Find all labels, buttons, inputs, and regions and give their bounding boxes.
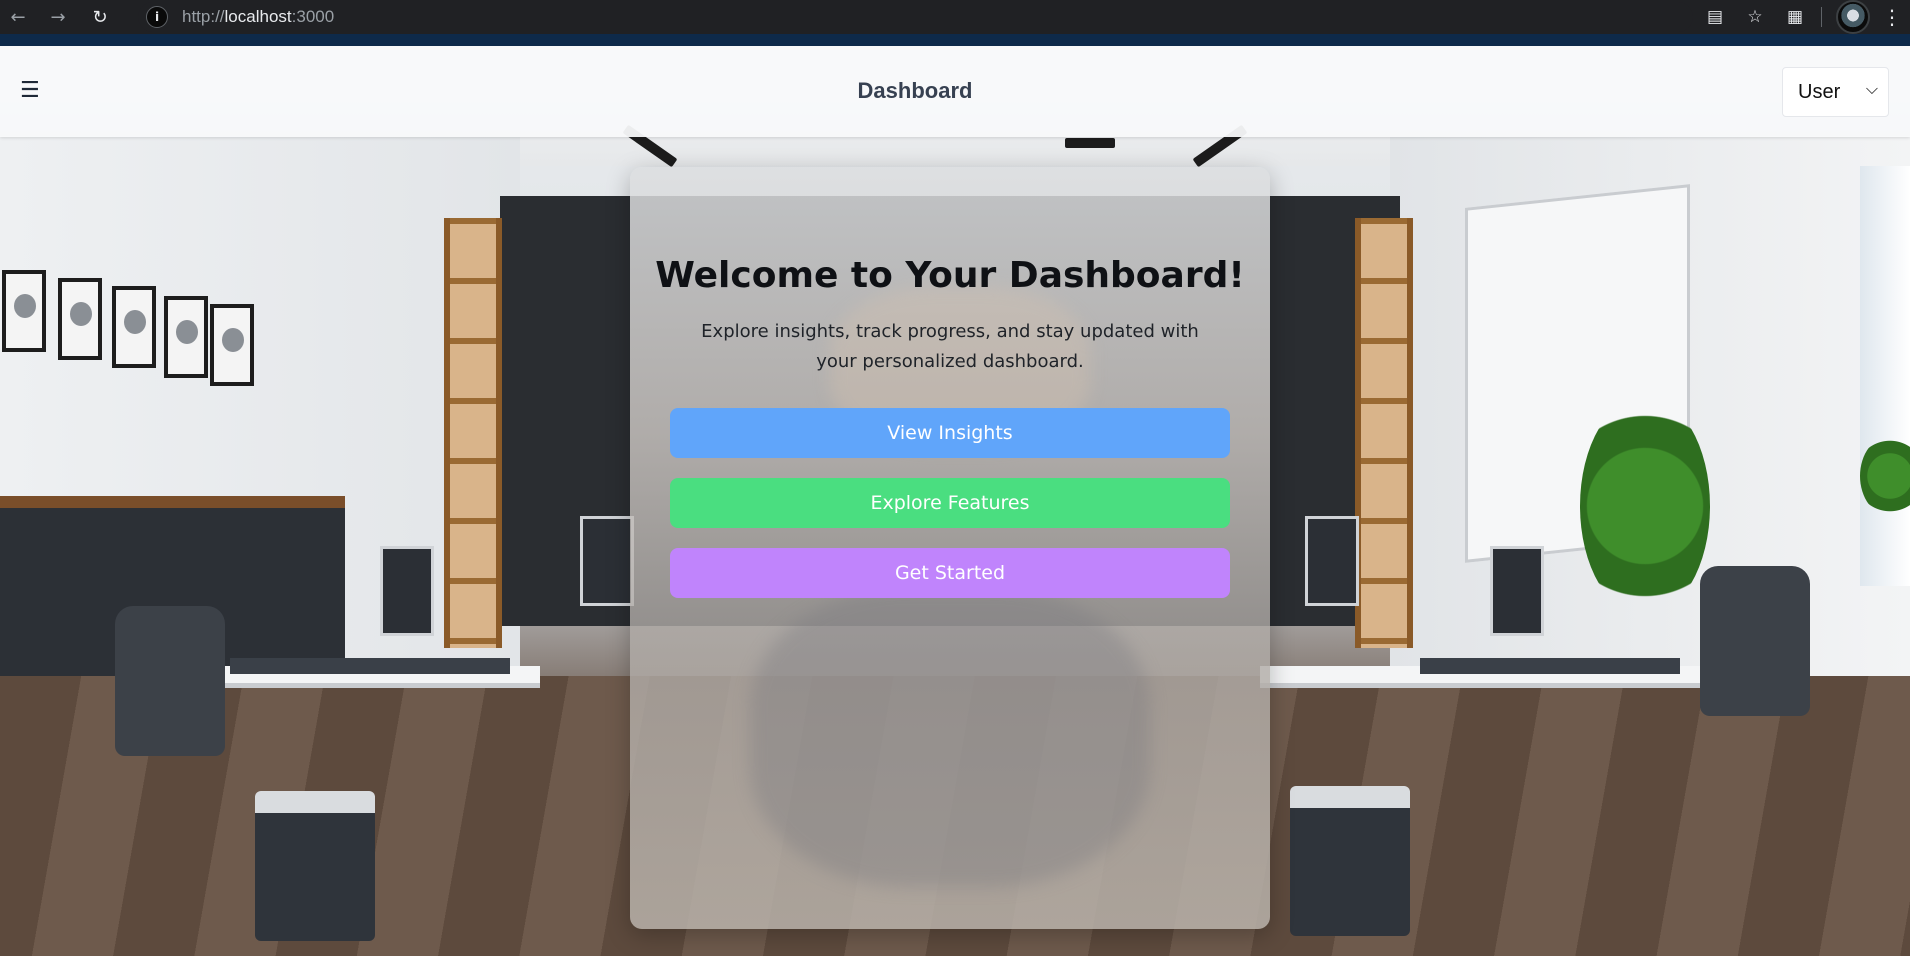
monitor <box>380 546 434 636</box>
wooden-shelf <box>444 218 502 648</box>
welcome-heading: Welcome to Your Dashboard! <box>655 255 1245 296</box>
shredder <box>255 791 375 941</box>
card-blur-backdrop <box>750 587 1150 887</box>
get-started-button[interactable]: Get Started <box>670 548 1230 598</box>
url-port: :3000 <box>291 7 335 26</box>
office-chair <box>115 606 225 756</box>
wall-frame <box>210 304 254 386</box>
app-header: ☰ Dashboard User ⌵ <box>0 46 1910 137</box>
url-text[interactable]: http://localhost:3000 <box>182 7 334 27</box>
window <box>1860 166 1910 586</box>
extensions-icon[interactable]: ▦ <box>1781 3 1809 31</box>
reload-icon[interactable]: ↻ <box>86 3 114 31</box>
forward-arrow-icon[interactable]: → <box>44 3 72 31</box>
ceiling-light <box>1065 138 1115 148</box>
desk-mat <box>1420 658 1680 674</box>
install-app-icon[interactable]: ▤ <box>1701 3 1729 31</box>
user-role-select[interactable]: User ⌵ <box>1782 67 1889 117</box>
address-bar[interactable]: i http://localhost:3000 <box>138 2 1693 32</box>
page-title: Dashboard <box>857 78 973 103</box>
wall-frame <box>2 270 46 352</box>
url-host: localhost <box>224 7 292 26</box>
monitor <box>1305 516 1359 606</box>
profile-avatar[interactable] <box>1836 0 1870 34</box>
bookmark-star-icon[interactable]: ☆ <box>1741 3 1769 31</box>
desk-mat <box>230 658 510 674</box>
wall-frame <box>112 286 156 368</box>
url-scheme: http:// <box>182 7 225 26</box>
explore-features-button[interactable]: Explore Features <box>670 478 1230 528</box>
view-insights-button[interactable]: View Insights <box>670 408 1230 458</box>
office-chair <box>1700 566 1810 716</box>
site-info-icon[interactable]: i <box>146 6 168 28</box>
monitor <box>580 516 634 606</box>
page-viewport: ☰ Dashboard User ⌵ Welcome to Your Dashb… <box>0 46 1910 956</box>
toolbar-divider <box>1821 7 1822 27</box>
wooden-shelf <box>1355 218 1413 648</box>
welcome-subtitle: Explore insights, track progress, and st… <box>701 321 1199 372</box>
browser-accent-strip <box>0 34 1910 46</box>
shredder <box>1290 786 1410 936</box>
wall-frame <box>164 296 208 378</box>
user-select-value: User <box>1798 80 1841 103</box>
welcome-card: Welcome to Your Dashboard! Explore insig… <box>630 167 1270 929</box>
back-arrow-icon[interactable]: ← <box>4 3 32 31</box>
browser-toolbar: ← → ↻ i http://localhost:3000 ▤ ☆ ▦ ⋮ <box>0 0 1910 34</box>
plant <box>1580 396 1710 616</box>
wall-frame <box>58 278 102 360</box>
menu-kebab-icon[interactable]: ⋮ <box>1880 5 1904 29</box>
chevron-down-icon: ⌵ <box>1865 81 1878 98</box>
monitor <box>1490 546 1544 636</box>
